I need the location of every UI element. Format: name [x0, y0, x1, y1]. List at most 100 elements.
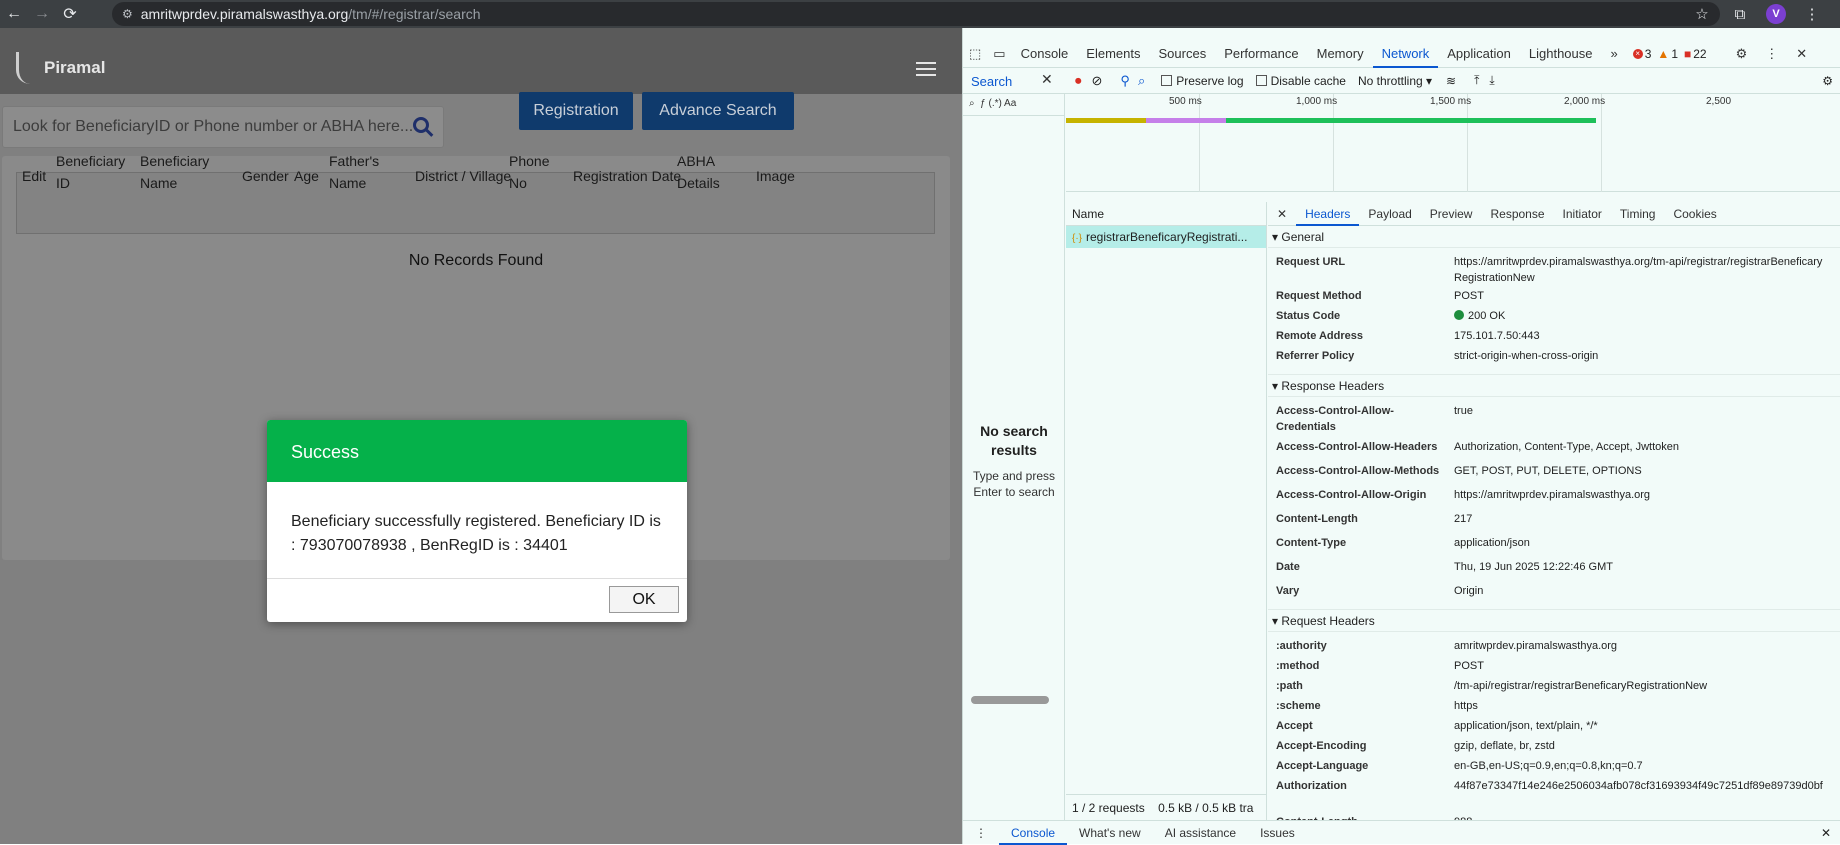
device-toolbar-icon[interactable]: ▭: [987, 40, 1011, 68]
detail-tab-timing[interactable]: Timing: [1611, 202, 1665, 226]
extensions-icon[interactable]: ⧉: [1728, 6, 1752, 23]
import-har-icon[interactable]: ⤒: [1474, 73, 1479, 88]
header-key: Access-Control-Allow-Credentials: [1276, 405, 1394, 433]
name-column-header[interactable]: Name: [1066, 202, 1266, 226]
registration-button[interactable]: Registration: [519, 92, 633, 130]
header-key: Access-Control-Allow-Methods: [1276, 465, 1440, 477]
column-header: Phone No: [509, 153, 550, 191]
profile-avatar[interactable]: V: [1766, 4, 1786, 24]
error-count[interactable]: × 3: [1632, 47, 1651, 61]
throttling-select[interactable]: No throttling ▾: [1358, 74, 1432, 88]
tab-network[interactable]: Network: [1372, 40, 1439, 68]
tab-sources[interactable]: Sources: [1150, 40, 1216, 68]
network-conditions-icon[interactable]: ≋: [1446, 74, 1456, 88]
network-toolbar: ⏺ ⊘ ⚲ ⌕ Preserve log Disable cache No th…: [963, 68, 1840, 94]
timeline-bar-download: [1146, 118, 1226, 123]
detail-tab-headers[interactable]: Headers: [1296, 202, 1360, 226]
close-devtools-icon[interactable]: ✕: [1787, 40, 1816, 68]
more-tabs-icon[interactable]: »: [1602, 40, 1627, 68]
search-pane-scrollbar[interactable]: [971, 696, 1049, 704]
detail-tab-payload[interactable]: Payload: [1359, 202, 1420, 226]
header-key: Date: [1276, 561, 1300, 573]
detail-tab-preview[interactable]: Preview: [1421, 202, 1482, 226]
detail-tab-initiator[interactable]: Initiator: [1554, 202, 1611, 226]
column-header: Registration Date: [573, 168, 682, 184]
tab-lighthouse[interactable]: Lighthouse: [1520, 40, 1602, 68]
browser-menu-icon[interactable]: ⋮: [1800, 5, 1824, 23]
header-value: POST: [1454, 660, 1484, 672]
piramal-logo: Piramal: [16, 52, 105, 84]
section-header[interactable]: ▾ Response Headers: [1268, 375, 1840, 397]
request-list: Name {·} registrarBeneficaryRegistrati...: [1066, 202, 1267, 820]
header-value: GET, POST, PUT, DELETE, OPTIONS: [1454, 465, 1642, 477]
export-har-icon[interactable]: ⤓: [1489, 73, 1494, 88]
network-settings-icon[interactable]: ⚙: [1822, 74, 1833, 88]
search-options[interactable]: ⌕ ƒ (.*) Aa: [963, 94, 1064, 116]
section-header[interactable]: ▾ General: [1268, 226, 1840, 248]
detail-tab-response[interactable]: Response: [1481, 202, 1553, 226]
drawer-tab-what-s-new[interactable]: What's new: [1067, 821, 1153, 845]
drawer-tab-console[interactable]: Console: [999, 821, 1068, 845]
header-value: POST: [1454, 290, 1484, 302]
network-search-icon[interactable]: ⌕: [1138, 73, 1145, 89]
browser-toolbar: ← → ⟳ ⚙ amritwprdev.piramalswasthya.org /…: [0, 0, 1840, 28]
app-header: Piramal: [0, 40, 962, 94]
address-bar[interactable]: ⚙ amritwprdev.piramalswasthya.org/tm/#/r…: [112, 2, 1720, 26]
beneficiary-search-input[interactable]: Look for BeneficiaryID or Phone number o…: [2, 106, 444, 148]
devtools-menu-icon[interactable]: ⋮: [1756, 40, 1787, 68]
section-header[interactable]: ▾ Request Headers: [1268, 610, 1840, 632]
forward-icon[interactable]: →: [28, 0, 56, 28]
tab-console[interactable]: Console: [1012, 40, 1078, 68]
search-placeholder: Look for BeneficiaryID or Phone number o…: [13, 118, 414, 135]
drawer-tab-issues[interactable]: Issues: [1248, 821, 1307, 845]
disable-cache-checkbox[interactable]: Disable cache: [1255, 74, 1346, 88]
timeline-tick: 500 ms: [1169, 96, 1202, 107]
tab-application[interactable]: Application: [1438, 40, 1520, 68]
preserve-log-checkbox[interactable]: Preserve log: [1161, 74, 1244, 88]
tab-performance[interactable]: Performance: [1215, 40, 1307, 68]
hamburger-menu-icon[interactable]: [916, 62, 936, 80]
site-info-icon[interactable]: ⚙: [122, 7, 133, 21]
header-key: Access-Control-Allow-Headers: [1276, 441, 1438, 453]
back-icon[interactable]: ←: [0, 0, 28, 28]
header-value: https://amritwprdev.piramalswasthya.org/…: [1454, 256, 1823, 284]
detail-tab-cookies[interactable]: Cookies: [1664, 202, 1725, 226]
settings-gear-icon[interactable]: ⚙: [1727, 40, 1757, 68]
clear-icon[interactable]: ⊘: [1092, 73, 1103, 89]
dialog-ok-button[interactable]: OK: [609, 586, 679, 613]
record-stop-icon[interactable]: ⏺: [1075, 73, 1082, 89]
tab-memory[interactable]: Memory: [1308, 40, 1373, 68]
issues-count[interactable]: ■ 22: [1684, 47, 1707, 61]
transfer-size: 0.5 kB / 0.5 kB tra: [1158, 801, 1254, 815]
no-search-title: No search results: [980, 423, 1048, 458]
inspect-element-icon[interactable]: ⬚: [963, 40, 987, 68]
warning-count[interactable]: ▲ 1: [1657, 47, 1678, 61]
filter-icon[interactable]: ⚲: [1120, 73, 1130, 89]
header-row: Accept-Language en-GB,en-US;q=0.9,en;q=0.…: [1268, 758, 1840, 778]
drawer-menu-icon[interactable]: ⋮: [963, 821, 999, 845]
header-row: Content-Length 217: [1268, 511, 1840, 535]
column-header: Beneficiary ID: [56, 153, 126, 191]
header-value: 200 OK: [1454, 308, 1829, 324]
search-pane-close-icon[interactable]: ✕: [1041, 71, 1053, 88]
tab-elements[interactable]: Elements: [1077, 40, 1149, 68]
search-icon[interactable]: [413, 117, 429, 133]
network-timeline[interactable]: 500 ms 1,000 ms 1,500 ms 2,000 ms 2,500: [1066, 94, 1840, 192]
request-details: ✕ Headers Payload Preview Response Initiator…: [1268, 202, 1840, 820]
search-pane-title[interactable]: Search: [971, 74, 1012, 89]
advance-search-button[interactable]: Advance Search: [642, 92, 794, 130]
header-key: :method: [1276, 660, 1320, 672]
header-key: Status Code: [1276, 310, 1341, 322]
header-row: Access-Control-Allow-Origin https://amrit…: [1268, 487, 1840, 511]
drawer-tab-ai-assistance[interactable]: AI assistance: [1153, 821, 1248, 845]
close-drawer-icon[interactable]: ✕: [1821, 826, 1831, 840]
header-value: Authorization, Content-Type, Accept, Jwt…: [1454, 441, 1680, 453]
reload-icon[interactable]: ⟳: [56, 0, 84, 28]
close-details-icon[interactable]: ✕: [1268, 202, 1296, 226]
header-key: Content-Type: [1276, 537, 1347, 549]
bookmark-star-icon[interactable]: ☆: [1690, 5, 1714, 23]
header-row: Date Thu, 19 Jun 2025 12:22:46 GMT: [1268, 559, 1840, 583]
header-value: amritwprdev.piramalswasthya.org: [1454, 640, 1618, 652]
request-row[interactable]: {·} registrarBeneficaryRegistrati...: [1066, 226, 1266, 248]
header-key: Accept-Language: [1276, 760, 1369, 772]
